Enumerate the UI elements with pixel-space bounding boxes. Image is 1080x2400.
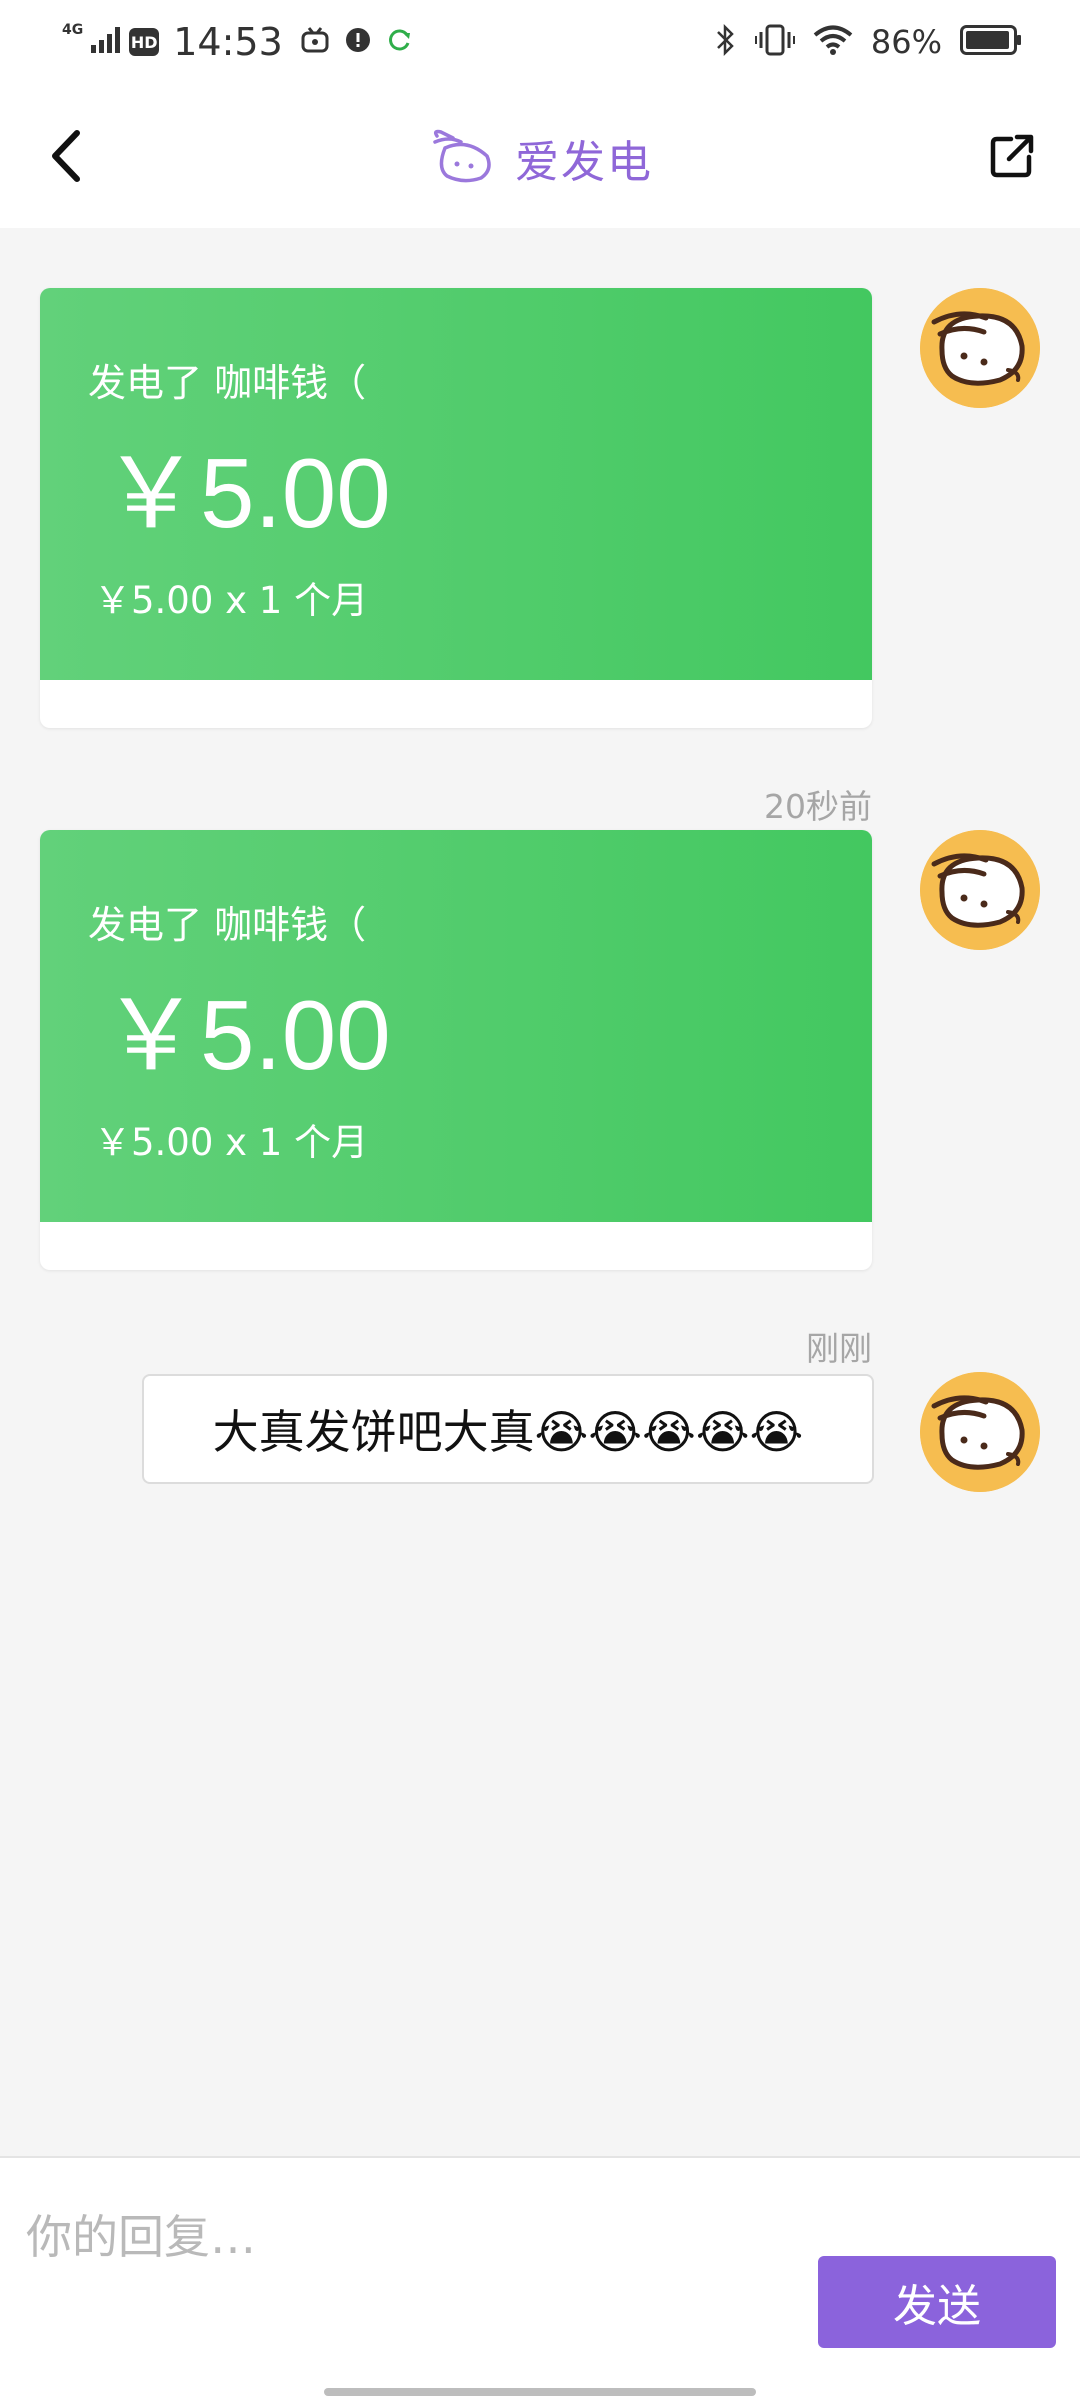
signal-icon [91, 27, 121, 57]
payment-amount: ￥5.00 [102, 438, 391, 548]
avatar[interactable] [920, 830, 1040, 950]
avatar-character-icon [920, 1372, 1040, 1492]
hd-badge: HD [129, 28, 160, 56]
payment-card[interactable]: 发电了 咖啡钱（ ￥5.00 ￥5.00 x 1 个月 [40, 288, 872, 728]
avatar-character-icon [920, 288, 1040, 408]
payment-amount: ￥5.00 [102, 980, 391, 1090]
message-timestamp: 刚刚 [806, 1329, 872, 1368]
status-right: 86% [715, 18, 1022, 66]
avatar[interactable] [920, 1372, 1040, 1492]
battery-percent: 86% [870, 23, 942, 61]
send-button[interactable]: 发送 [818, 2256, 1056, 2348]
page-title: 爱发电 [515, 137, 653, 188]
vibrate-icon [754, 24, 795, 60]
afdian-logo-icon [427, 128, 495, 188]
status-time: 14:53 [173, 20, 283, 64]
home-indicator[interactable] [324, 2388, 756, 2396]
alert-icon [345, 27, 371, 57]
share-button[interactable] [980, 124, 1044, 188]
text-message-bubble[interactable]: 大真发饼吧大真😭😭😭😭😭 [142, 1374, 874, 1484]
network-label: 4G [62, 22, 84, 38]
chat-screen: 4G HD 14:53 86% 爱发电 发电了 咖啡钱（ ￥5.00 ￥5.00… [0, 0, 1080, 2400]
battery-icon [960, 25, 1022, 59]
payment-detail: ￥5.00 x 1 个月 [94, 579, 369, 622]
payment-card-body: 发电了 咖啡钱（ ￥5.00 ￥5.00 x 1 个月 [40, 288, 872, 680]
payment-title: 发电了 咖啡钱（ [88, 903, 367, 947]
status-bar: 4G HD 14:53 86% [0, 0, 1080, 84]
message-timestamp: 20秒前 [764, 787, 872, 826]
nav-title-group: 爱发电 [0, 126, 1080, 190]
bluetooth-icon [715, 23, 737, 61]
payment-card-body: 发电了 咖啡钱（ ￥5.00 ￥5.00 x 1 个月 [40, 830, 872, 1222]
wifi-icon [813, 24, 853, 60]
reply-bar: 发送 [0, 2156, 1080, 2400]
sync-icon [387, 27, 413, 57]
payment-card[interactable]: 发电了 咖啡钱（ ￥5.00 ￥5.00 x 1 个月 [40, 830, 872, 1270]
external-share-icon [990, 134, 1034, 178]
reply-input[interactable] [24, 2196, 788, 2278]
nav-bar: 爱发电 [0, 84, 1080, 228]
message-list[interactable]: 发电了 咖啡钱（ ￥5.00 ￥5.00 x 1 个月 20秒前 发电了 咖啡钱… [0, 228, 1080, 2156]
payment-detail: ￥5.00 x 1 个月 [94, 1121, 369, 1164]
avatar[interactable] [920, 288, 1040, 408]
payment-title: 发电了 咖啡钱（ [88, 361, 367, 405]
status-left: 4G HD 14:53 [62, 18, 413, 66]
tv-icon [301, 27, 329, 57]
avatar-character-icon [920, 830, 1040, 950]
